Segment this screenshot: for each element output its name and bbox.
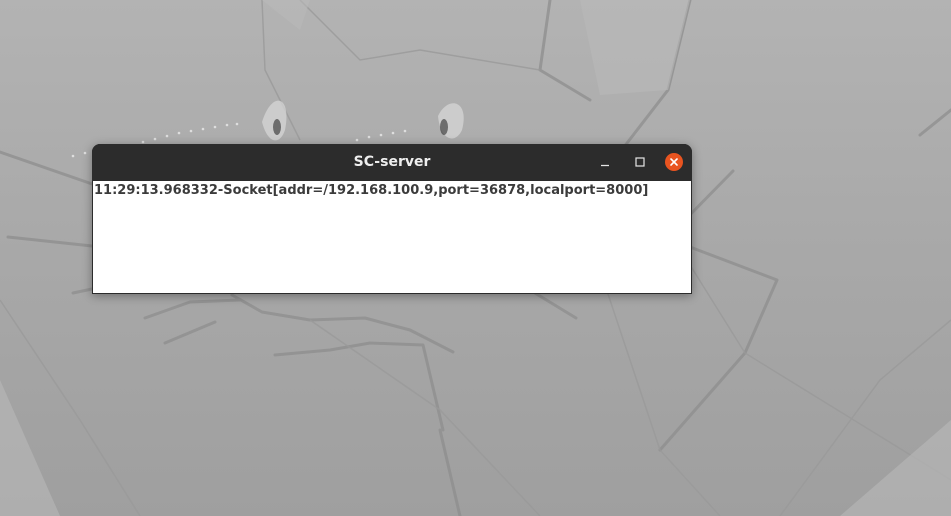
minimize-button[interactable] [596,153,614,171]
maximize-icon [635,157,645,167]
window-titlebar[interactable]: SC-server [92,144,692,181]
close-button[interactable] [665,153,683,171]
close-icon [670,158,678,166]
app-window: SC-server 11:29:13.968332-Socket[addr=/1… [92,144,692,294]
log-text-area[interactable]: 11:29:13.968332-Socket[addr=/192.168.100… [93,181,691,293]
maximize-button[interactable] [631,153,649,171]
minimize-icon [601,164,609,167]
log-line: 11:29:13.968332-Socket[addr=/192.168.100… [94,183,649,198]
